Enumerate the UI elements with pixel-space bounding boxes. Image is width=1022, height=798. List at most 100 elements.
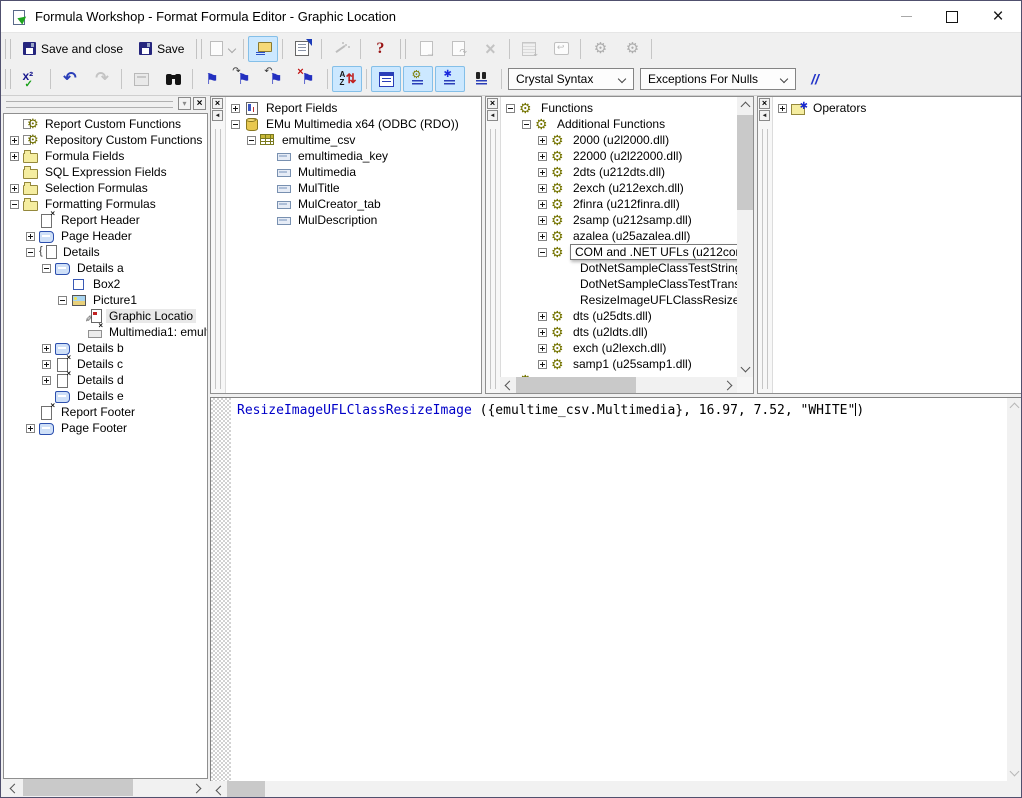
expand-icon[interactable] (538, 232, 547, 241)
tree-item[interactable]: Report Custom Functions (4, 116, 207, 132)
expand-icon[interactable] (538, 152, 547, 161)
expand-icon[interactable] (538, 360, 547, 369)
tree-item[interactable]: Operators (772, 100, 1021, 116)
collapse-icon[interactable] (26, 248, 35, 257)
tree-item[interactable]: 2samp (u212samp.dll) (500, 212, 737, 228)
scroll-down-icon[interactable] (741, 363, 751, 373)
add-to-repository-button[interactable] (411, 36, 441, 62)
tree-item[interactable]: Functions (500, 100, 737, 116)
scrollbar-thumb[interactable] (227, 781, 265, 798)
expand-icon[interactable] (26, 232, 35, 241)
expand-icon[interactable] (538, 200, 547, 209)
tree-item[interactable]: 2exch (u212exch.dll) (500, 180, 737, 196)
scrollbar-thumb[interactable] (516, 377, 636, 393)
scroll-right-icon[interactable] (192, 784, 202, 794)
tree-item[interactable]: Box2 (4, 276, 207, 292)
expand-icon[interactable] (538, 136, 547, 145)
tree-item[interactable]: Details e (4, 388, 207, 404)
tree-item[interactable]: Multimedia1: emulti (4, 324, 207, 340)
expand-icon[interactable] (26, 424, 35, 433)
tree-item[interactable]: Report Footer (4, 404, 207, 420)
expand-icon[interactable] (42, 376, 51, 385)
check-syntax-button[interactable] (16, 66, 46, 92)
expand-icon[interactable] (42, 344, 51, 353)
tree-item[interactable]: Formatting Formulas (4, 196, 207, 212)
use-editor-button[interactable] (585, 36, 615, 62)
expand-icon[interactable] (42, 360, 51, 369)
expand-icon[interactable] (10, 136, 19, 145)
browse-data-button[interactable] (126, 66, 156, 92)
tree-item[interactable]: exch (u2lexch.dll) (500, 340, 737, 356)
functions-tree-vscrollbar[interactable] (737, 97, 753, 377)
scrollbar-thumb[interactable] (737, 115, 753, 210)
collapse-icon[interactable] (506, 104, 515, 113)
tree-item[interactable]: Report Header (4, 212, 207, 228)
tree-item[interactable]: Report Fields (225, 100, 481, 116)
toggle-fields-tree-button[interactable] (371, 66, 401, 92)
redo-button[interactable] (87, 66, 117, 92)
tree-item[interactable]: DotNetSampleClassTestStringL (500, 260, 737, 276)
tree-item[interactable]: dts (u25dts.dll) (500, 308, 737, 324)
tree-item[interactable]: Details a (4, 260, 207, 276)
formula-text[interactable]: ResizeImageUFLClassResizeImage ({emultim… (237, 403, 864, 418)
minimize-button-icon[interactable] (883, 1, 929, 32)
comment-button[interactable] (800, 66, 830, 92)
tree-item[interactable]: COM and .NET UFLs (u212com.dll) (500, 244, 737, 260)
expand-icon[interactable] (538, 184, 547, 193)
panel-collapse-icon[interactable] (759, 110, 770, 121)
tree-item[interactable]: EMu Multimedia x64 (ODBC (RDO)) (225, 116, 481, 132)
functions-tree-hscrollbar[interactable] (500, 377, 737, 393)
rename-button[interactable] (287, 36, 317, 62)
delete-button[interactable] (475, 36, 505, 62)
null-handling-select[interactable]: Exceptions For Nulls (640, 68, 796, 90)
clear-bookmarks-button[interactable] (293, 66, 323, 92)
panel-collapse-icon[interactable] (487, 110, 498, 121)
tree-item[interactable]: Page Header (4, 228, 207, 244)
tree-item[interactable]: Graphic Locatio (4, 308, 207, 324)
tree-item[interactable]: 2dts (u212dts.dll) (500, 164, 737, 180)
tree-item[interactable]: Details (4, 244, 207, 260)
sort-trees-button[interactable] (332, 66, 362, 92)
scroll-left-icon[interactable] (10, 784, 20, 794)
tree-item[interactable]: Repository Custom Functions (4, 132, 207, 148)
tree-item[interactable]: Multimedia (225, 164, 481, 180)
toolbar-grip[interactable] (5, 39, 11, 59)
editor-hscrollbar[interactable] (210, 781, 1022, 798)
tree-item[interactable]: ResizeImageUFLClassResizeIm (500, 292, 737, 308)
new-formula-button[interactable] (207, 36, 239, 62)
expand-icon[interactable] (538, 168, 547, 177)
tree-item[interactable]: Details d (4, 372, 207, 388)
maximize-button-icon[interactable] (929, 1, 975, 32)
save-button[interactable]: Save (132, 36, 191, 62)
editor-vscrollbar[interactable] (1007, 398, 1022, 781)
collapse-icon[interactable] (231, 120, 240, 129)
tree-item[interactable]: MulTitle (225, 180, 481, 196)
expand-node-button[interactable] (514, 36, 544, 62)
save-and-close-button[interactable]: Save and close (16, 36, 130, 62)
toolbar-grip[interactable] (5, 69, 11, 89)
collapse-icon[interactable] (58, 296, 67, 305)
expand-icon[interactable] (538, 328, 547, 337)
scroll-down-icon[interactable] (1010, 767, 1020, 777)
scrollbar-thumb[interactable] (23, 779, 133, 796)
tree-item[interactable]: azalea (u25azalea.dll) (500, 228, 737, 244)
scroll-right-icon[interactable] (723, 381, 733, 391)
use-expert-button[interactable] (326, 36, 356, 62)
find-in-tree-button[interactable] (467, 66, 497, 92)
expand-icon[interactable] (538, 312, 547, 321)
tree-item[interactable]: Selection Formulas (4, 180, 207, 196)
update-from-repository-button[interactable] (443, 36, 473, 62)
tree-item[interactable]: emultime_csv (225, 132, 481, 148)
collapse-icon[interactable] (247, 136, 256, 145)
tree-item[interactable]: DotNetSampleClassTestTransla (500, 276, 737, 292)
toolbar-grip[interactable] (196, 39, 202, 59)
scroll-up-icon[interactable] (741, 102, 751, 112)
next-bookmark-button[interactable] (229, 66, 259, 92)
collapse-icon[interactable] (10, 200, 19, 209)
toolbar-grip[interactable] (400, 39, 406, 59)
expand-icon[interactable] (538, 216, 547, 225)
toggle-workshop-tree-button[interactable] (248, 36, 278, 62)
expand-icon[interactable] (231, 104, 240, 113)
tree-item[interactable]: 2000 (u2l2000.dll) (500, 132, 737, 148)
scroll-up-icon[interactable] (1010, 403, 1020, 413)
